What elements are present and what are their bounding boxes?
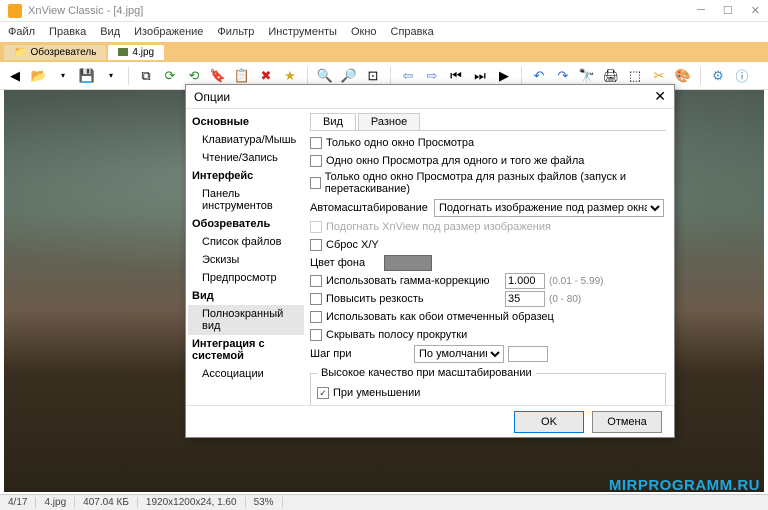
menubar: Файл Правка Вид Изображение Фильтр Инстр… [0, 22, 768, 42]
hq-scaling-group: Высокое качество при масштабировании При… [310, 367, 666, 405]
options-dialog: Опции ✕ Основные Клавиатура/Мышь Чтение/… [185, 84, 675, 438]
rotate-left-icon[interactable]: ↶ [530, 67, 548, 85]
options-panel: Вид Разное Только одно окно Просмотра Од… [306, 109, 674, 405]
first-icon[interactable]: ⏮ [447, 67, 465, 85]
checkbox-reset-xy[interactable] [310, 239, 322, 251]
reload-icon[interactable]: ⟲ [185, 67, 203, 85]
checkbox-hq-down[interactable] [317, 387, 329, 399]
sidebar-cat-browser[interactable]: Обозреватель [188, 215, 304, 233]
prev-icon[interactable]: ⇦ [399, 67, 417, 85]
dialog-title: Опции [194, 90, 654, 104]
sidebar-cat-integration[interactable]: Интеграция с системой [188, 335, 304, 365]
panel-tab-misc[interactable]: Разное [358, 113, 420, 130]
copy-icon[interactable]: 📋 [233, 67, 251, 85]
back-icon[interactable]: ◀ [6, 67, 24, 85]
sidebar-item-toolbar[interactable]: Панель инструментов [188, 185, 304, 215]
checkbox-diff-file-window[interactable] [310, 177, 321, 189]
step-select[interactable]: По умолчанию [414, 345, 504, 363]
checkbox-sharpen[interactable] [310, 293, 322, 305]
sidebar-cat-general[interactable]: Основные [188, 113, 304, 131]
sidebar-item-thumbs[interactable]: Эскизы [188, 251, 304, 269]
open-icon[interactable]: 📂 [30, 67, 48, 85]
minimize-button[interactable]: ─ [697, 4, 705, 17]
info-icon[interactable]: ⓘ [733, 67, 751, 85]
autoscale-label: Автомасштабирование [310, 202, 430, 214]
gamma-input[interactable] [505, 273, 545, 289]
scan-icon[interactable]: ⧉ [137, 67, 155, 85]
status-filename: 4.jpg [36, 497, 75, 508]
sidebar-item-preview[interactable]: Предпросмотр [188, 269, 304, 287]
cancel-button[interactable]: Отмена [592, 411, 662, 433]
sidebar-item-readwrite[interactable]: Чтение/Запись [188, 149, 304, 167]
window-title: XnView Classic - [4.jpg] [28, 5, 697, 17]
tab-image[interactable]: 4.jpg [108, 45, 164, 60]
watermark: MIRPROGRAMM.RU [609, 477, 760, 494]
bgcolor-swatch[interactable] [384, 255, 432, 271]
checkbox-fit-window [310, 221, 322, 233]
sidebar-item-fullscreen[interactable]: Полноэкранный вид [188, 305, 304, 335]
sidebar-item-filelist[interactable]: Список файлов [188, 233, 304, 251]
refresh-icon[interactable]: ⟳ [161, 67, 179, 85]
status-filesize: 407.04 КБ [75, 497, 138, 508]
settings-icon[interactable]: ⚙ [709, 67, 727, 85]
dropdown-icon[interactable]: ▾ [102, 67, 120, 85]
panel-tab-view[interactable]: Вид [310, 113, 356, 130]
tag-icon[interactable]: 🔖 [209, 67, 227, 85]
options-sidebar: Основные Клавиатура/Мышь Чтение/Запись И… [186, 109, 306, 405]
tab-browser[interactable]: 📁 Обозреватель [4, 45, 106, 60]
print-icon[interactable]: 🖨 [602, 67, 620, 85]
checkbox-same-file-window[interactable] [310, 155, 322, 167]
slideshow-icon[interactable]: ▶ [495, 67, 513, 85]
crop-icon[interactable]: ✂ [650, 67, 668, 85]
status-dimensions: 1920x1200x24, 1.60 [138, 497, 246, 508]
checkbox-wallpaper[interactable] [310, 311, 322, 323]
sidebar-item-keyboard[interactable]: Клавиатура/Мышь [188, 131, 304, 149]
menu-filter[interactable]: Фильтр [217, 26, 254, 38]
dialog-close-button[interactable]: ✕ [654, 88, 666, 105]
status-zoom: 53% [246, 497, 283, 508]
zoom-fit-icon[interactable]: ⊡ [364, 67, 382, 85]
menu-tools[interactable]: Инструменты [268, 26, 337, 38]
sidebar-item-assoc[interactable]: Ассоциации [188, 365, 304, 383]
autoscale-select[interactable]: Подогнать изображение под размер окна, т… [434, 199, 664, 217]
checkbox-single-window[interactable] [310, 137, 322, 149]
star-icon[interactable]: ★ [281, 67, 299, 85]
zoom-out-icon[interactable]: 🔎 [340, 67, 358, 85]
resize-icon[interactable]: ⬚ [626, 67, 644, 85]
rotate-right-icon[interactable]: ↷ [554, 67, 572, 85]
step-input[interactable] [508, 346, 548, 362]
maximize-button[interactable]: ☐ [723, 4, 733, 17]
menu-image[interactable]: Изображение [134, 26, 203, 38]
ok-button[interactable]: OK [514, 411, 584, 433]
zoom-in-icon[interactable]: 🔍 [316, 67, 334, 85]
bgcolor-label: Цвет фона [310, 257, 380, 269]
checkbox-gamma[interactable] [310, 275, 322, 287]
thumbnail-icon [118, 48, 128, 56]
sharpen-input[interactable] [505, 291, 545, 307]
document-tabbar: 📁 Обозреватель 4.jpg [0, 42, 768, 62]
adjust-icon[interactable]: 🎨 [674, 67, 692, 85]
delete-icon[interactable]: ✖ [257, 67, 275, 85]
sidebar-cat-view[interactable]: Вид [188, 287, 304, 305]
menu-edit[interactable]: Правка [49, 26, 86, 38]
app-logo [8, 4, 22, 18]
next-icon[interactable]: ⇨ [423, 67, 441, 85]
checkbox-hide-scroll[interactable] [310, 329, 322, 341]
sidebar-cat-interface[interactable]: Интерфейс [188, 167, 304, 185]
save-icon[interactable]: 💾 [78, 67, 96, 85]
dropdown-icon[interactable]: ▾ [54, 67, 72, 85]
close-button[interactable]: ✕ [751, 4, 760, 17]
menu-view[interactable]: Вид [100, 26, 120, 38]
status-index: 4/17 [0, 497, 36, 508]
statusbar: 4/17 4.jpg 407.04 КБ 1920x1200x24, 1.60 … [0, 494, 768, 510]
menu-window[interactable]: Окно [351, 26, 377, 38]
step-label: Шаг при [310, 348, 410, 360]
binoculars-icon[interactable]: 🔭 [578, 67, 596, 85]
menu-help[interactable]: Справка [391, 26, 434, 38]
menu-file[interactable]: Файл [8, 26, 35, 38]
last-icon[interactable]: ⏭ [471, 67, 489, 85]
